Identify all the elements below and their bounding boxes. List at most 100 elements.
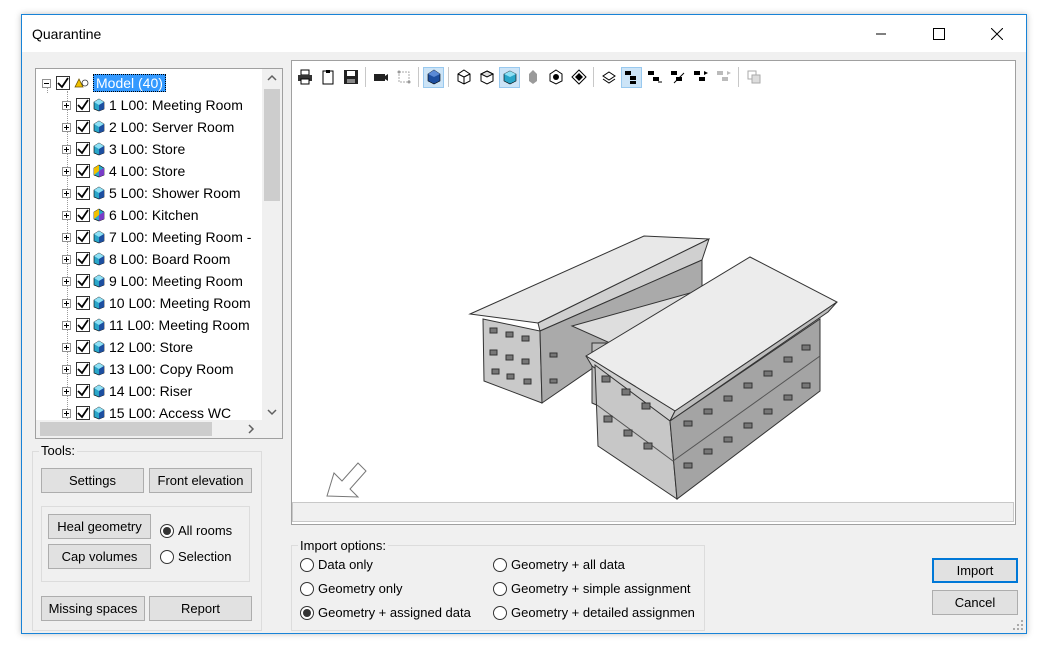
expand-icon[interactable] <box>62 342 71 352</box>
all-rooms-radio-circle[interactable] <box>160 523 174 538</box>
tree-root-label[interactable]: Model (40) <box>93 74 166 92</box>
cap-volumes-button[interactable]: Cap volumes <box>48 544 151 569</box>
tree-item-checkbox[interactable] <box>76 274 90 288</box>
shaded-view-button[interactable] <box>499 66 520 88</box>
import-option-radio-circle[interactable] <box>300 581 314 596</box>
building-model[interactable] <box>292 91 1016 521</box>
tree-item-checkbox[interactable] <box>76 120 90 134</box>
print-button[interactable] <box>294 67 315 88</box>
tree-item[interactable]: 9 L00: Meeting Room <box>62 270 243 292</box>
tree-item[interactable]: 2 L00: Server Room <box>62 116 234 138</box>
model-viewport[interactable] <box>291 60 1016 525</box>
tree-item[interactable]: 7 L00: Meeting Room - <box>62 226 251 248</box>
expand-icon[interactable] <box>62 166 71 176</box>
tree-item[interactable]: 14 L00: Riser <box>62 380 192 402</box>
tree-item-checkbox[interactable] <box>76 186 90 200</box>
tree-item[interactable]: 11 L00: Meeting Room <box>62 314 250 336</box>
tree-item-checkbox[interactable] <box>76 164 90 178</box>
section-view-button[interactable] <box>568 67 589 88</box>
grey-view-button[interactable] <box>522 67 543 88</box>
tree-item-checkbox[interactable] <box>76 318 90 332</box>
tree-item-checkbox[interactable] <box>76 340 90 354</box>
tree-root[interactable]: Model (40) <box>42 72 166 94</box>
tree-item[interactable]: 8 L00: Board Room <box>62 248 230 270</box>
front-elevation-button[interactable]: Front elevation <box>149 468 252 493</box>
tree-item[interactable]: 1 L00: Meeting Room <box>62 94 243 116</box>
cancel-button[interactable]: Cancel <box>932 590 1018 615</box>
tree-item[interactable]: 6 L00: Kitchen <box>62 204 199 226</box>
save-button[interactable] <box>340 67 361 88</box>
minimize-button[interactable] <box>852 15 910 52</box>
title-bar[interactable]: Quarantine <box>22 15 1026 52</box>
tree-item-checkbox[interactable] <box>76 384 90 398</box>
tree-item[interactable]: 10 L00: Meeting Room <box>62 292 251 314</box>
tree-item[interactable]: 5 L00: Shower Room <box>62 182 241 204</box>
room-tree[interactable]: Model (40) 1 L00: Meeting Room 2 L00: Ser… <box>35 68 283 439</box>
tree-item-checkbox[interactable] <box>76 142 90 156</box>
import-option-radio[interactable]: Geometry + detailed assignmen <box>493 605 695 620</box>
camera-button[interactable] <box>370 67 391 88</box>
import-button[interactable]: Import <box>932 558 1018 583</box>
heal-geometry-button[interactable]: Heal geometry <box>48 514 151 539</box>
maximize-button[interactable] <box>910 15 968 52</box>
tree-vertical-thumb[interactable] <box>264 89 280 201</box>
import-option-radio-circle[interactable] <box>493 605 507 620</box>
layers-button[interactable] <box>598 67 619 88</box>
tree-item-checkbox[interactable] <box>76 98 90 112</box>
copy-button[interactable] <box>317 67 338 88</box>
compare-button[interactable] <box>743 67 764 88</box>
selection-radio[interactable]: Selection <box>160 549 231 564</box>
fit-button[interactable] <box>393 67 414 88</box>
import-option-radio-circle[interactable] <box>493 581 507 596</box>
selection-radio-circle[interactable] <box>160 549 174 564</box>
tree-item-checkbox[interactable] <box>76 252 90 266</box>
tree-item[interactable]: 3 L00: Store <box>62 138 185 160</box>
import-option-radio[interactable]: Geometry + all data <box>493 557 625 572</box>
expand-icon[interactable] <box>62 298 71 308</box>
collapse-icon[interactable] <box>42 78 51 88</box>
wireframe-view-button[interactable] <box>453 67 474 88</box>
close-button[interactable] <box>968 15 1026 52</box>
tree-vertical-scrollbar[interactable] <box>262 69 282 421</box>
tree-item-checkbox[interactable] <box>76 406 90 420</box>
tree-item-checkbox[interactable] <box>76 362 90 376</box>
import-option-radio-circle[interactable] <box>300 605 314 620</box>
tree-link-button[interactable] <box>667 67 688 88</box>
expand-icon[interactable] <box>62 100 71 110</box>
import-option-radio-circle[interactable] <box>493 557 507 572</box>
import-option-radio-circle[interactable] <box>300 557 314 572</box>
tree-item-checkbox[interactable] <box>76 230 90 244</box>
tree-item[interactable]: 13 L00: Copy Room <box>62 358 234 380</box>
expand-icon[interactable] <box>62 144 71 154</box>
expand-icon[interactable] <box>62 386 71 396</box>
tree-item-checkbox[interactable] <box>76 296 90 310</box>
expand-icon[interactable] <box>62 276 71 286</box>
expand-icon[interactable] <box>62 122 71 132</box>
tree-item-checkbox[interactable] <box>76 208 90 222</box>
expand-icon[interactable] <box>62 320 71 330</box>
import-option-radio[interactable]: Geometry + assigned data <box>300 605 471 620</box>
tree-transfer-button[interactable] <box>713 67 734 88</box>
tree-horizontal-scrollbar[interactable] <box>36 420 282 438</box>
missing-spaces-button[interactable]: Missing spaces <box>41 596 145 621</box>
tree-horizontal-thumb[interactable] <box>40 422 212 436</box>
expand-icon[interactable] <box>62 232 71 242</box>
all-rooms-radio[interactable]: All rooms <box>160 523 232 538</box>
import-option-radio[interactable]: Data only <box>300 557 373 572</box>
expand-icon[interactable] <box>62 364 71 374</box>
import-option-radio[interactable]: Geometry + simple assignment <box>493 581 691 596</box>
expand-icon[interactable] <box>62 188 71 198</box>
import-option-radio[interactable]: Geometry only <box>300 581 403 596</box>
expand-icon[interactable] <box>62 408 71 418</box>
tree-item[interactable]: 4 L00: Store <box>62 160 185 182</box>
tree-filter-button[interactable] <box>621 66 642 88</box>
expand-icon[interactable] <box>62 254 71 264</box>
settings-button[interactable]: Settings <box>41 468 144 493</box>
hidden-line-view-button[interactable] <box>476 67 497 88</box>
solid-view-button[interactable] <box>423 66 444 88</box>
tree-move-button[interactable] <box>644 67 665 88</box>
explode-view-button[interactable] <box>545 67 566 88</box>
tree-root-checkbox[interactable] <box>56 76 70 90</box>
report-button[interactable]: Report <box>149 596 252 621</box>
expand-icon[interactable] <box>62 210 71 220</box>
